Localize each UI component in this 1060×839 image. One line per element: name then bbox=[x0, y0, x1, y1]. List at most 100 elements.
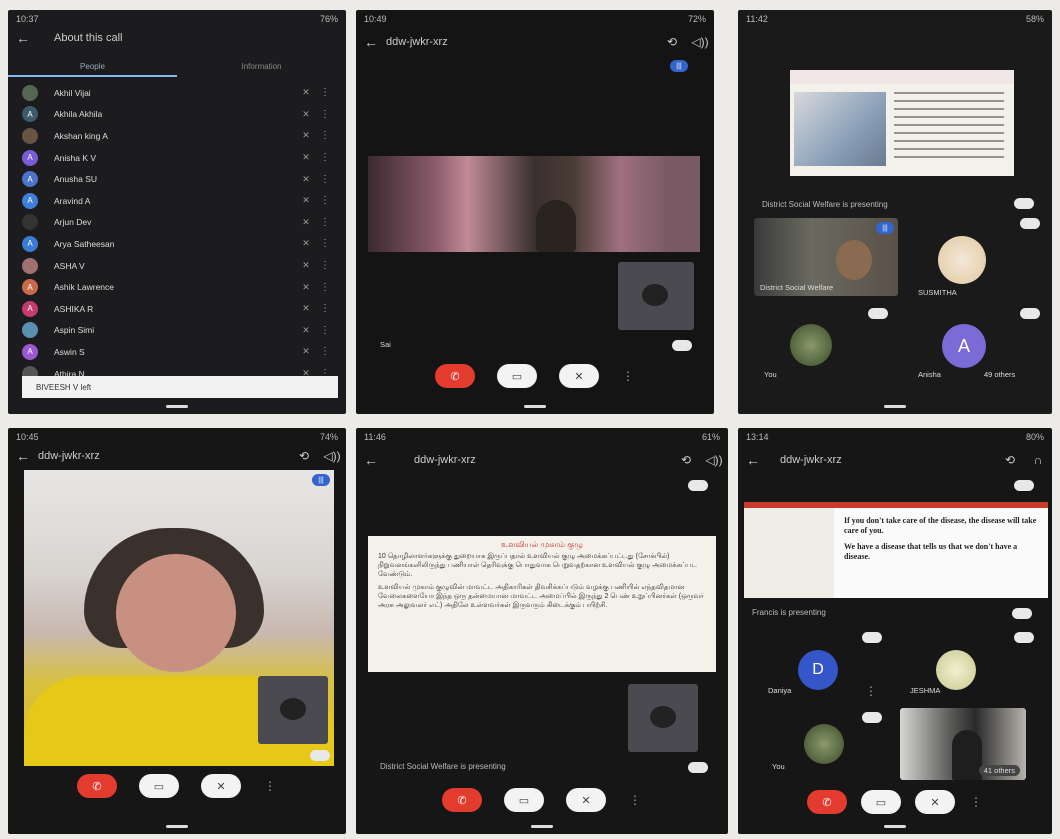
phone-tamil-slide: 11:46 61% ← ddw-jwkr-xrz ⟲ ◁)) உளவியல் ம… bbox=[356, 428, 728, 834]
back-arrow-icon[interactable]: ← bbox=[356, 34, 386, 50]
avatar: A bbox=[22, 343, 38, 360]
participant-row[interactable]: A ASHIKA R ✕ ⋮ bbox=[22, 298, 332, 320]
mic-toggle-button[interactable]: ✕ bbox=[566, 788, 606, 812]
participant-row[interactable]: A Ashik Lawrence ✕ ⋮ bbox=[22, 276, 332, 298]
participant-menu-icon[interactable]: ⋮ bbox=[318, 260, 332, 271]
participant-menu-icon[interactable]: ⋮ bbox=[318, 346, 332, 357]
end-call-button[interactable]: ✆ bbox=[442, 788, 482, 812]
avatar bbox=[22, 127, 38, 144]
status-time: 10:45 bbox=[16, 432, 39, 442]
participant-row[interactable]: Arjun Dev ✕ ⋮ bbox=[22, 212, 332, 234]
camera-toggle-button[interactable]: ▭ bbox=[497, 364, 537, 388]
participant-row[interactable]: A Akhila Akhila ✕ ⋮ bbox=[22, 104, 332, 126]
participant-row[interactable]: ASHA V ✕ ⋮ bbox=[22, 255, 332, 277]
participant-menu-icon[interactable]: ⋮ bbox=[318, 238, 332, 249]
participant-row[interactable]: A Anisha K V ✕ ⋮ bbox=[22, 147, 332, 169]
back-arrow-icon[interactable]: ← bbox=[8, 448, 38, 464]
participant-menu-icon[interactable]: ⋮ bbox=[318, 109, 332, 120]
participant-row[interactable]: A Aswin S ✕ ⋮ bbox=[22, 341, 332, 363]
participant-menu-icon[interactable]: ⋮ bbox=[318, 217, 332, 228]
participant-row[interactable]: A Anusha SU ✕ ⋮ bbox=[22, 168, 332, 190]
presentation-slide[interactable]: If you don't take care of the disease, t… bbox=[744, 502, 1048, 598]
more-options-icon[interactable]: ⋮ bbox=[263, 779, 277, 793]
participant-menu-icon[interactable]: ⋮ bbox=[318, 130, 332, 141]
camera-toggle-button[interactable]: ▭ bbox=[139, 774, 179, 798]
status-bar: 11:42 58% bbox=[738, 10, 1052, 26]
participant-menu-icon[interactable]: ⋮ bbox=[318, 174, 332, 185]
presentation-slide[interactable]: உளவியல் முகாம் குழு 10 தொழிலாளர்களுக்கு … bbox=[368, 536, 716, 672]
speaker-icon[interactable]: ◁)) bbox=[686, 35, 714, 49]
status-time: 10:37 bbox=[16, 14, 39, 24]
more-options-icon[interactable]: ⋮ bbox=[621, 369, 635, 383]
camera-flip-icon[interactable]: ⟲ bbox=[658, 35, 686, 49]
more-options-icon[interactable]: ⋮ bbox=[628, 793, 642, 807]
presenting-badge bbox=[1014, 198, 1034, 209]
participant-row[interactable]: Aspin Simi ✕ ⋮ bbox=[22, 320, 332, 342]
camera-toggle-button[interactable]: ▭ bbox=[861, 790, 901, 814]
participant-menu-icon[interactable]: ⋮ bbox=[318, 195, 332, 206]
mic-toggle-button[interactable]: ✕ bbox=[915, 790, 955, 814]
call-controls: ✆ ▭ ✕ ⋮ bbox=[356, 788, 728, 812]
back-arrow-icon[interactable]: ← bbox=[8, 30, 38, 46]
tile-name-daniya: Daniya bbox=[768, 686, 792, 695]
participant-name: Aswin S bbox=[54, 346, 85, 357]
tile-district-social-welfare[interactable]: District Social Welfare ||| bbox=[754, 218, 898, 296]
status-battery: 61% bbox=[701, 432, 720, 442]
self-view-figure bbox=[642, 284, 668, 306]
meeting-code[interactable]: ddw-jwkr-xrz bbox=[386, 454, 672, 466]
self-view-figure bbox=[280, 698, 306, 720]
tab-information[interactable]: Information bbox=[177, 62, 346, 77]
mic-toggle-button[interactable]: ✕ bbox=[201, 774, 241, 798]
participant-row[interactable]: A Arya Satheesan ✕ ⋮ bbox=[22, 233, 332, 255]
mic-off-icon: ✕ bbox=[302, 346, 310, 357]
mic-off-icon: ✕ bbox=[302, 260, 310, 271]
meeting-code[interactable]: ddw-jwkr-xrz bbox=[38, 450, 290, 462]
camera-flip-icon[interactable]: ⟲ bbox=[672, 453, 700, 467]
mic-off-icon: ✕ bbox=[302, 324, 310, 335]
tile-badge bbox=[688, 480, 708, 491]
camera-flip-icon[interactable]: ⟲ bbox=[996, 453, 1024, 467]
end-call-button[interactable]: ✆ bbox=[77, 774, 117, 798]
participant-menu-icon[interactable]: ⋮ bbox=[318, 152, 332, 163]
tab-people[interactable]: People bbox=[8, 62, 177, 77]
phone-about-this-call: 10:37 76% ← About this call People Infor… bbox=[8, 10, 346, 414]
mic-off-icon: ✕ bbox=[302, 108, 310, 119]
back-arrow-icon[interactable]: ← bbox=[738, 452, 768, 468]
headphones-icon[interactable]: ∩ bbox=[1024, 453, 1052, 467]
home-indicator bbox=[884, 405, 906, 408]
participant-menu-icon[interactable]: ⋮ bbox=[318, 325, 332, 336]
participant-menu-icon[interactable]: ⋮ bbox=[318, 303, 332, 314]
participant-row[interactable]: Akhil Vijai ✕ ⋮ bbox=[22, 82, 332, 104]
more-options-icon[interactable]: ⋮ bbox=[969, 795, 983, 809]
meeting-code[interactable]: ddw-jwkr-xrz bbox=[386, 36, 658, 48]
app-bar: ← ddw-jwkr-xrz ⟲ ◁)) bbox=[356, 448, 728, 472]
back-arrow-icon[interactable]: ← bbox=[356, 452, 386, 468]
mic-toggle-button[interactable]: ✕ bbox=[559, 364, 599, 388]
participant-name: Akshan king A bbox=[54, 130, 108, 141]
mic-off-icon: ✕ bbox=[302, 130, 310, 141]
tab-bar: People Information bbox=[8, 62, 346, 77]
tile-more-icon[interactable]: ⋮ bbox=[864, 684, 878, 698]
participant-menu-icon[interactable]: ⋮ bbox=[318, 282, 332, 293]
presentation-thumbnail[interactable] bbox=[790, 70, 1014, 176]
end-call-button[interactable]: ✆ bbox=[807, 790, 847, 814]
self-view-tile[interactable] bbox=[258, 676, 328, 744]
participant-row[interactable]: Akshan king A ✕ ⋮ bbox=[22, 125, 332, 147]
self-view-tile[interactable] bbox=[628, 684, 698, 752]
avatar: A bbox=[22, 192, 38, 209]
speaker-icon[interactable]: ◁)) bbox=[318, 449, 346, 463]
self-view-tile[interactable] bbox=[618, 262, 694, 330]
participant-row[interactable]: A Aravind A ✕ ⋮ bbox=[22, 190, 332, 212]
meeting-code[interactable]: ddw-jwkr-xrz bbox=[768, 454, 996, 466]
participant-name: Arya Satheesan bbox=[54, 238, 115, 249]
participant-menu-icon[interactable]: ⋮ bbox=[318, 87, 332, 98]
end-call-button[interactable]: ✆ bbox=[435, 364, 475, 388]
tile-others-count[interactable]: 49 others bbox=[984, 370, 1015, 379]
app-bar: ← ddw-jwkr-xrz ⟲ ∩ bbox=[738, 448, 1052, 472]
camera-flip-icon[interactable]: ⟲ bbox=[290, 449, 318, 463]
camera-toggle-button[interactable]: ▭ bbox=[504, 788, 544, 812]
person-silhouette bbox=[536, 200, 576, 252]
tile-others[interactable]: 41 others bbox=[900, 708, 1026, 780]
speaker-icon[interactable]: ◁)) bbox=[700, 453, 728, 467]
status-battery: 72% bbox=[687, 14, 706, 24]
